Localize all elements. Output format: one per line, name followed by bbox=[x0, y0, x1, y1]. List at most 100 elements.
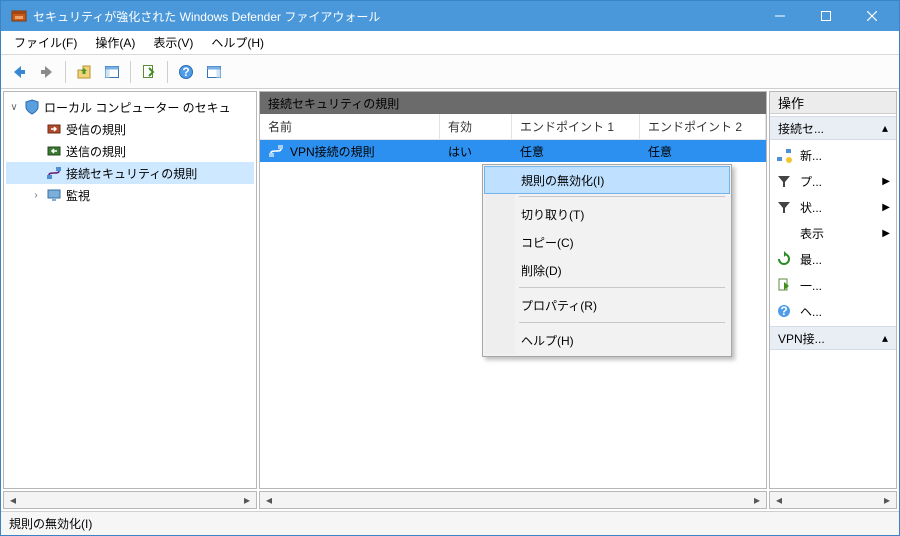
scroll-right-icon[interactable]: ▸ bbox=[750, 493, 764, 507]
submenu-icon: ▶ bbox=[882, 176, 890, 187]
menu-action[interactable]: 操作(A) bbox=[86, 31, 144, 54]
close-button[interactable] bbox=[849, 1, 895, 31]
context-menu-separator bbox=[519, 287, 725, 288]
export-list-button[interactable] bbox=[137, 60, 161, 84]
context-menu-separator bbox=[519, 196, 725, 197]
submenu-icon: ▶ bbox=[882, 202, 890, 213]
menubar: ファイル(F) 操作(A) 表示(V) ヘルプ(H) bbox=[1, 31, 899, 55]
tree-inbound-label: 受信の規則 bbox=[66, 121, 126, 138]
col-endpoint1[interactable]: エンドポイント 1 bbox=[512, 114, 640, 139]
action-view[interactable]: 表示 ▶ bbox=[770, 220, 896, 246]
actions-panel: 操作 接続セ... ▴ 新... プ... ▶ 状... ▶ 表 bbox=[769, 91, 897, 489]
svg-text:?: ? bbox=[780, 304, 787, 318]
col-endpoint2[interactable]: エンドポイント 2 bbox=[640, 114, 766, 139]
context-menu-separator bbox=[519, 322, 725, 323]
actions-group-connsec[interactable]: 接続セ... ▴ bbox=[770, 116, 896, 140]
tree-root[interactable]: ∨ ローカル コンピューター のセキュ bbox=[6, 96, 254, 118]
minimize-button[interactable] bbox=[757, 1, 803, 31]
app-window: セキュリティが強化された Windows Defender ファイアウォール フ… bbox=[0, 0, 900, 536]
scroll-left-icon[interactable]: ◂ bbox=[262, 493, 276, 507]
tree-monitor-label: 監視 bbox=[66, 187, 90, 204]
actions-group-selected-rule[interactable]: VPN接... ▴ bbox=[770, 326, 896, 350]
scroll-right-icon[interactable]: ▸ bbox=[880, 493, 894, 507]
show-hide-tree-button[interactable] bbox=[100, 60, 124, 84]
menu-help[interactable]: ヘルプ(H) bbox=[202, 31, 273, 54]
toolbar-separator bbox=[65, 61, 66, 83]
svg-text:?: ? bbox=[182, 65, 189, 79]
refresh-icon bbox=[776, 251, 792, 267]
actions-hscrollbar[interactable]: ◂ ▸ bbox=[769, 491, 897, 509]
scroll-left-icon[interactable]: ◂ bbox=[772, 493, 786, 507]
tree-caret-expanded[interactable]: ∨ bbox=[8, 102, 20, 113]
menu-view[interactable]: 表示(V) bbox=[144, 31, 202, 54]
table-row[interactable]: VPN接続の規則 はい 任意 任意 bbox=[260, 140, 766, 162]
action-new-rule[interactable]: 新... bbox=[770, 142, 896, 168]
titlebar[interactable]: セキュリティが強化された Windows Defender ファイアウォール bbox=[1, 1, 899, 31]
tree-caret-collapsed[interactable]: › bbox=[30, 190, 42, 201]
connection-security-icon bbox=[46, 165, 62, 181]
toolbar-separator bbox=[167, 61, 168, 83]
collapse-icon[interactable]: ▴ bbox=[882, 331, 888, 345]
action-filter-profile[interactable]: プ... ▶ bbox=[770, 168, 896, 194]
toolbar: ? bbox=[1, 55, 899, 89]
action-refresh[interactable]: 最... bbox=[770, 246, 896, 272]
menu-file[interactable]: ファイル(F) bbox=[5, 31, 86, 54]
scroll-row: ◂ ▸ ◂ ▸ ◂ ▸ bbox=[1, 491, 899, 511]
cell-endpoint1: 任意 bbox=[520, 143, 544, 160]
status-text: 規則の無効化(I) bbox=[9, 515, 92, 532]
maximize-button[interactable] bbox=[803, 1, 849, 31]
toolbar-separator bbox=[130, 61, 131, 83]
back-button[interactable] bbox=[7, 60, 31, 84]
scroll-left-icon[interactable]: ◂ bbox=[6, 493, 20, 507]
collapse-icon[interactable]: ▴ bbox=[882, 121, 888, 135]
help-button[interactable]: ? bbox=[174, 60, 198, 84]
filter-icon bbox=[776, 173, 792, 189]
ctx-help[interactable]: ヘルプ(H) bbox=[485, 326, 729, 354]
tree-outbound[interactable]: 送信の規則 bbox=[6, 140, 254, 162]
ctx-disable-rule[interactable]: 規則の無効化(I) bbox=[484, 166, 730, 194]
show-hide-action-pane-button[interactable] bbox=[202, 60, 226, 84]
view-icon bbox=[776, 225, 792, 241]
ctx-delete[interactable]: 削除(D) bbox=[485, 256, 729, 284]
ctx-cut[interactable]: 切り取り(T) bbox=[485, 200, 729, 228]
col-enabled[interactable]: 有効 bbox=[440, 114, 512, 139]
export-icon bbox=[776, 277, 792, 293]
content-heading: 接続セキュリティの規則 bbox=[260, 92, 766, 114]
ctx-copy[interactable]: コピー(C) bbox=[485, 228, 729, 256]
cell-enabled: はい bbox=[448, 143, 472, 160]
tree-hscrollbar[interactable]: ◂ ▸ bbox=[3, 491, 257, 509]
inbound-rules-icon bbox=[46, 121, 62, 137]
firewall-icon bbox=[24, 99, 40, 115]
tree-connsec[interactable]: 接続セキュリティの規則 bbox=[6, 162, 254, 184]
cell-name: VPN接続の規則 bbox=[290, 143, 375, 160]
column-headers: 名前 有効 エンドポイント 1 エンドポイント 2 bbox=[260, 114, 766, 140]
rule-icon bbox=[268, 143, 284, 159]
context-menu: 規則の無効化(I) 切り取り(T) コピー(C) 削除(D) プロパティ(R) … bbox=[482, 164, 732, 357]
statusbar: 規則の無効化(I) bbox=[1, 511, 899, 535]
app-icon bbox=[11, 8, 27, 24]
col-name[interactable]: 名前 bbox=[260, 114, 440, 139]
cell-endpoint2: 任意 bbox=[648, 143, 672, 160]
tree-outbound-label: 送信の規則 bbox=[66, 143, 126, 160]
content-panel: 接続セキュリティの規則 名前 有効 エンドポイント 1 エンドポイント 2 VP… bbox=[259, 91, 767, 489]
action-export-list[interactable]: 一... bbox=[770, 272, 896, 298]
new-rule-icon bbox=[776, 147, 792, 163]
tree-connsec-label: 接続セキュリティの規則 bbox=[66, 165, 197, 182]
monitoring-icon bbox=[46, 187, 62, 203]
window-title: セキュリティが強化された Windows Defender ファイアウォール bbox=[33, 8, 757, 25]
content-hscrollbar[interactable]: ◂ ▸ bbox=[259, 491, 767, 509]
rules-list[interactable]: VPN接続の規則 はい 任意 任意 規則の無効化(I) 切り取り(T) コピー(… bbox=[260, 140, 766, 488]
forward-button[interactable] bbox=[35, 60, 59, 84]
scroll-right-icon[interactable]: ▸ bbox=[240, 493, 254, 507]
outbound-rules-icon bbox=[46, 143, 62, 159]
submenu-icon: ▶ bbox=[882, 228, 890, 239]
tree-inbound[interactable]: 受信の規則 bbox=[6, 118, 254, 140]
tree-panel: ∨ ローカル コンピューター のセキュ 受信の規則 送信の規則 接続セキュリティ… bbox=[3, 91, 257, 489]
tree-root-label: ローカル コンピューター のセキュ bbox=[44, 99, 231, 116]
tree-monitor[interactable]: › 監視 bbox=[6, 184, 254, 206]
action-filter-state[interactable]: 状... ▶ bbox=[770, 194, 896, 220]
actions-title: 操作 bbox=[770, 92, 896, 114]
action-help[interactable]: ? ヘ... bbox=[770, 298, 896, 324]
up-button[interactable] bbox=[72, 60, 96, 84]
ctx-properties[interactable]: プロパティ(R) bbox=[485, 291, 729, 319]
